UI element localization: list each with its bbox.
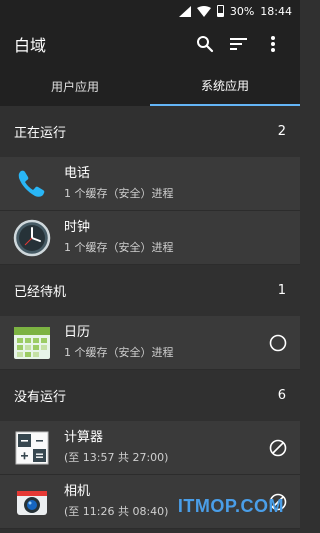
section-count: 6 bbox=[277, 388, 286, 403]
section-running-header: 正在运行 2 bbox=[0, 106, 300, 157]
calculator-icon bbox=[12, 428, 52, 468]
app-status: 1 个缓存（安全）进程 bbox=[64, 346, 174, 359]
section-title: 正在运行 bbox=[14, 126, 67, 141]
watermark: ITMOP.COM bbox=[177, 496, 284, 516]
battery-icon bbox=[216, 5, 224, 17]
section-standby-header: 已经待机 1 bbox=[0, 265, 300, 316]
signal-icon bbox=[178, 5, 191, 17]
app-name: 电话 bbox=[64, 166, 91, 181]
section-title: 没有运行 bbox=[14, 390, 67, 405]
app-name: 时钟 bbox=[64, 220, 91, 235]
standby-toggle[interactable] bbox=[266, 331, 290, 355]
clock-icon bbox=[12, 218, 52, 258]
status-bar: 30% 18:44 bbox=[0, 0, 300, 22]
circle-icon bbox=[269, 334, 287, 351]
section-count: 2 bbox=[277, 124, 286, 139]
section-count: 1 bbox=[277, 283, 286, 298]
list-item-clock[interactable]: 时钟 1 个缓存（安全）进程 bbox=[0, 211, 300, 265]
overflow-menu-button[interactable] bbox=[258, 29, 288, 59]
list-item-calculator[interactable]: 计算器 (至 13:57 共 27:00) bbox=[0, 421, 300, 475]
battery-percent: 30% bbox=[229, 4, 255, 18]
page-title: 白域 bbox=[14, 36, 47, 55]
app-name: 计算器 bbox=[64, 430, 104, 445]
calendar-icon bbox=[12, 323, 52, 363]
list-item-calendar[interactable]: 日历 1 个缓存（安全）进程 bbox=[0, 316, 300, 370]
block-icon bbox=[269, 439, 287, 456]
search-icon bbox=[197, 36, 214, 53]
section-stopped-header: 没有运行 6 bbox=[0, 370, 300, 421]
sort-icon bbox=[230, 38, 247, 50]
app-bar: 白域 bbox=[0, 22, 300, 66]
more-vert-icon bbox=[271, 36, 275, 52]
tab-user-apps[interactable]: 用户应用 bbox=[0, 66, 150, 106]
list-item-phone[interactable]: 电话 1 个缓存（安全）进程 bbox=[0, 157, 300, 211]
search-button[interactable] bbox=[190, 29, 220, 59]
sort-button[interactable] bbox=[224, 29, 254, 59]
app-status: 1 个缓存（安全）进程 bbox=[64, 241, 174, 254]
camera-icon bbox=[12, 482, 52, 522]
tab-bar: 用户应用 系统应用 bbox=[0, 66, 300, 106]
tab-system-apps[interactable]: 系统应用 bbox=[150, 66, 300, 106]
status-time: 18:44 bbox=[260, 4, 292, 18]
app-status: (至 13:57 共 27:00) bbox=[64, 451, 169, 464]
section-title: 已经待机 bbox=[14, 285, 67, 300]
phone-icon bbox=[12, 164, 52, 204]
wifi-icon bbox=[196, 5, 211, 17]
disable-toggle[interactable] bbox=[266, 436, 290, 460]
app-name: 日历 bbox=[64, 325, 91, 340]
app-status: 1 个缓存（安全）进程 bbox=[64, 187, 174, 200]
